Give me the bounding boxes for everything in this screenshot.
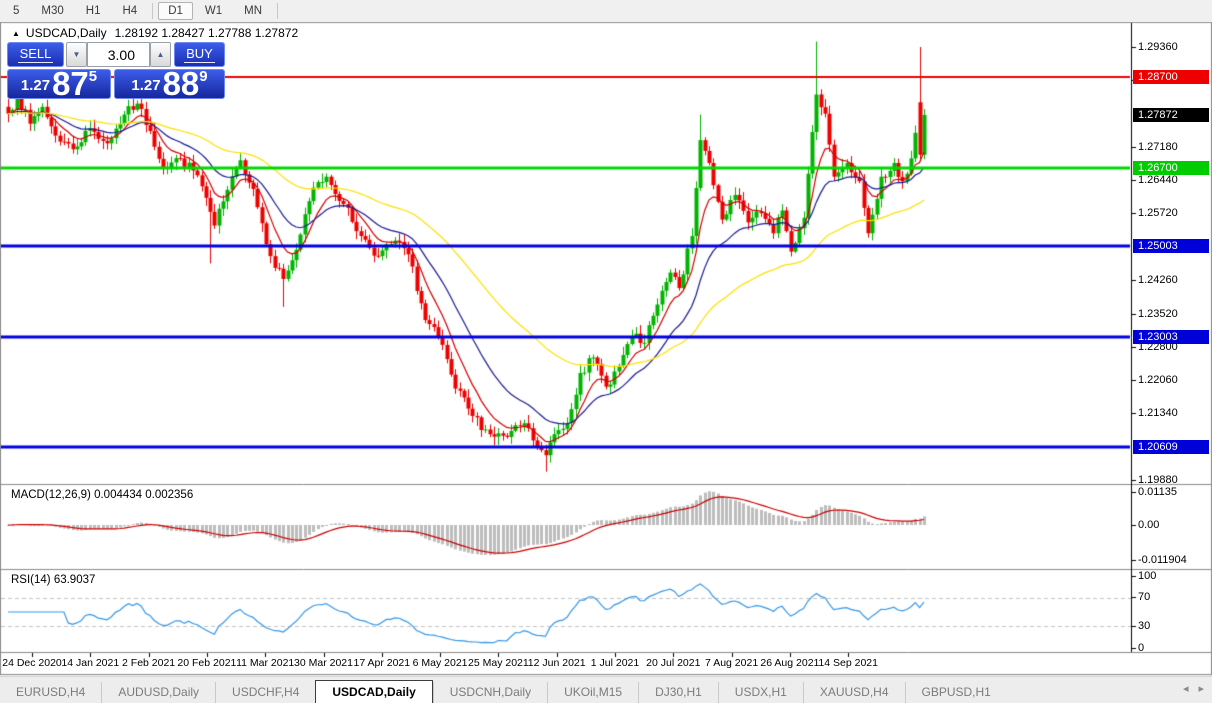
indicator-axis-tick: 0.01135 (1138, 486, 1177, 498)
toolbar-separator (277, 3, 279, 19)
price-level-badge: 1.26700 (1133, 161, 1209, 176)
price-level-badge: 1.25003 (1133, 238, 1209, 253)
price-axis-tick: 1.27180 (1138, 140, 1178, 153)
price-level-badge: 1.27872 (1133, 107, 1209, 122)
price-axis-tick: 1.24260 (1138, 273, 1178, 286)
timeframe-button-w1[interactable]: W1 (195, 2, 232, 20)
chart-tab-ukoil[interactable]: UKOil,M15 (547, 682, 638, 703)
date-axis-label: 2 Feb 2021 (122, 657, 176, 669)
terminal-window: 5 M30 H1 H4 D1 W1 MN ▲ USDCAD,Daily 1.28192 1.… (0, 0, 1212, 703)
price-axis-tick: 1.22060 (1138, 374, 1178, 387)
chart-ohlc-values: 1.28192 1.28427 1.27788 1.27872 (114, 26, 299, 40)
date-axis-label: 30 Mar 2021 (294, 657, 353, 669)
date-axis-label: 25 May 2021 (468, 657, 529, 669)
indicator-axis-tick: -0.011904 (1138, 554, 1187, 566)
timeframe-toolbar: 5 M30 H1 H4 D1 W1 MN (0, 0, 1212, 22)
date-axis-label: 11 Mar 2021 (236, 657, 295, 669)
buy-price-pip-digit: 9 (199, 68, 208, 85)
price-axis-tick: 1.19880 (1138, 473, 1178, 486)
chart-tab-xauusd[interactable]: XAUUSD,H4 (802, 682, 905, 703)
tab-scroll-right-icon[interactable]: ▸ (1198, 682, 1204, 695)
timeframe-button-m30[interactable]: M30 (31, 2, 73, 20)
chart-symbol-label: USDCAD,Daily (25, 26, 107, 40)
price-level-badge: 1.28700 (1133, 70, 1209, 85)
timeframe-button-h1[interactable]: H1 (76, 2, 111, 20)
chart-tab-usdx[interactable]: USDX,H1 (717, 682, 803, 703)
buy-price-big-digits: 88 (162, 65, 200, 102)
price-axis-tick: 1.23520 (1138, 307, 1178, 320)
indicator-axis-tick: 70 (1138, 591, 1151, 603)
chart-tab-usdcad[interactable]: USDCAD,Daily (315, 680, 433, 703)
tab-scroll-left-icon[interactable]: ◂ (1183, 682, 1189, 695)
sell-button[interactable]: SELL (7, 42, 64, 67)
indicator-axis-tick: 100 (1138, 570, 1157, 582)
price-level-badge: 1.20609 (1133, 439, 1209, 454)
buy-price-display[interactable]: 1.27 88 9 (114, 65, 225, 102)
buy-price-prefix: 1.27 (131, 77, 161, 94)
date-axis-label: 14 Jan 2021 (61, 657, 120, 669)
date-axis-label: 12 Jun 2021 (527, 657, 586, 669)
chart-tab-gbpusd[interactable]: GBPUSD,H1 (904, 682, 1007, 703)
volume-input[interactable]: 3.00 (87, 42, 150, 67)
chart-canvas[interactable] (0, 0, 1212, 703)
buy-button-label: BUY (184, 46, 215, 63)
date-axis-label: 24 Dec 2020 (2, 657, 62, 669)
volume-increase-button[interactable]: ▲ (150, 42, 171, 67)
chart-tab-bar: EURUSD,H4 AUDUSD,Daily USDCHF,H4 USDCAD,Dai… (0, 676, 1212, 703)
timeframe-button-h4[interactable]: H4 (112, 2, 147, 20)
chart-title: ▲ USDCAD,Daily 1.28192 1.28427 1.27788 1… (12, 26, 298, 40)
sell-price-big-digits: 87 (52, 65, 89, 102)
macd-indicator-label: MACD(12,26,9) 0.004434 0.002356 (11, 489, 194, 501)
buy-button[interactable]: BUY (174, 42, 225, 67)
price-level-badge: 1.23003 (1133, 330, 1209, 345)
sell-price-prefix: 1.27 (20, 77, 51, 94)
toolbar-separator (152, 3, 154, 19)
chart-tab-usdchf[interactable]: USDCHF,H4 (215, 682, 315, 703)
timeframe-button-mn[interactable]: MN (234, 2, 272, 20)
date-axis-label: 20 Jul 2021 (646, 657, 701, 669)
date-axis-label: 14 Sep 2021 (818, 657, 878, 669)
chart-tab-dj30[interactable]: DJ30,H1 (638, 682, 718, 703)
price-axis-tick: 1.21340 (1138, 407, 1178, 420)
sell-price-pip-digit: 5 (88, 68, 98, 85)
indicator-axis-tick: 0 (1138, 642, 1145, 654)
date-axis-label: 20 Feb 2021 (177, 657, 237, 669)
chart-tab-usdcnh[interactable]: USDCNH,Daily (432, 682, 547, 703)
chart-tab-eurusd[interactable]: EURUSD,H4 (0, 682, 101, 703)
price-axis-tick: 1.29360 (1138, 41, 1178, 53)
one-click-trade-panel: SELL ▼ 3.00 ▲ BUY 1.27 87 5 1.27 88 9 (7, 42, 225, 102)
chart-tab-audusd[interactable]: AUDUSD,Daily (101, 682, 215, 703)
sell-button-label: SELL (17, 46, 54, 63)
volume-decrease-button[interactable]: ▼ (66, 42, 87, 67)
price-axis-tick: 1.26440 (1138, 174, 1178, 187)
timeframe-button-d1[interactable]: D1 (158, 2, 193, 20)
indicator-axis-tick: 30 (1138, 620, 1151, 632)
timeframe-button-5[interactable]: 5 (3, 2, 29, 20)
price-axis-tick: 1.25720 (1138, 207, 1178, 220)
collapse-arrow-icon[interactable]: ▲ (12, 29, 20, 38)
date-axis-label: 6 May 2021 (412, 657, 468, 669)
tab-scroll-controls: ◂ ▸ (1183, 682, 1204, 695)
date-axis-label: 17 Apr 2021 (353, 657, 411, 669)
sell-price-display[interactable]: 1.27 87 5 (7, 65, 111, 102)
date-axis-label: 7 Aug 2021 (705, 657, 759, 669)
date-axis-label: 1 Jul 2021 (590, 657, 640, 669)
date-axis-label: 26 Aug 2021 (760, 657, 820, 669)
rsi-indicator-label: RSI(14) 63.9037 (11, 574, 96, 586)
indicator-axis-tick: 0.00 (1138, 519, 1160, 531)
